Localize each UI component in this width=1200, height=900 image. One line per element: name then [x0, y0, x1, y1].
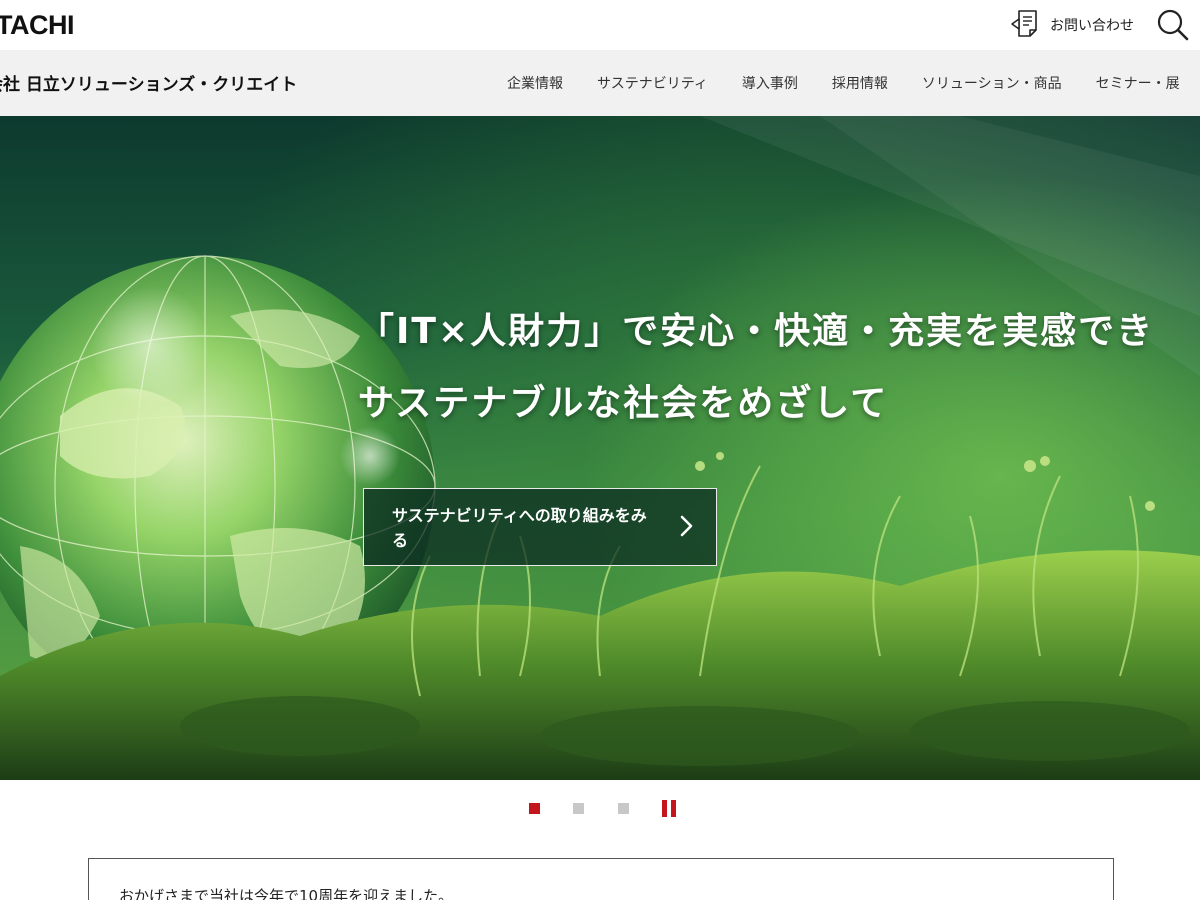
cta-label: サステナビリティへの取り組みをみる — [392, 506, 647, 550]
contact-label: お問い合わせ — [1050, 18, 1134, 34]
hero-title-line1: 「IT×人財力」で安心・快適・充実を実感でき — [358, 311, 1155, 352]
contact-link[interactable]: お問い合わせ — [1010, 10, 1134, 40]
global-nav: 企業情報 サステナビリティ 導入事例 採用情報 ソリューション・商品 セミナー・… — [490, 50, 1197, 116]
nav-item-case-studies[interactable]: 導入事例 — [725, 73, 815, 93]
notice-text: おかげさまで当社は今年で10周年を迎えました。 — [119, 887, 454, 900]
nav-item-seminars[interactable]: セミナー・展 — [1079, 73, 1197, 93]
carousel-dot-2[interactable] — [573, 803, 584, 814]
hero-banner: 「IT×人財力」で安心・快適・充実を実感でき サステナブルな社会をめざして サス… — [0, 116, 1200, 780]
notice-box: おかげさまで当社は今年で10周年を迎えました。 — [88, 858, 1114, 900]
sub-header: 会社 日立ソリューションズ・クリエイト 企業情報 サステナビリティ 導入事例 採… — [0, 50, 1200, 116]
hero-title-line2: サステナブルな社会をめざして — [358, 383, 889, 424]
top-bar: TACHI お問い合わせ — [0, 0, 1200, 50]
sustainability-cta-button[interactable]: サステナビリティへの取り組みをみる — [363, 488, 717, 566]
hero-image — [0, 116, 1200, 780]
carousel-dot-1[interactable] — [529, 803, 540, 814]
nav-item-sustainability[interactable]: サステナビリティ — [580, 73, 725, 93]
pause-icon[interactable] — [662, 800, 676, 817]
nav-item-recruit[interactable]: 採用情報 — [815, 73, 905, 93]
company-name[interactable]: 会社 日立ソリューションズ・クリエイト — [0, 70, 297, 95]
nav-item-corporate[interactable]: 企業情報 — [490, 73, 580, 93]
hitachi-logo[interactable]: TACHI — [0, 10, 75, 40]
carousel-controls — [0, 800, 1200, 817]
carousel-dot-3[interactable] — [618, 803, 629, 814]
chevron-right-icon — [680, 515, 694, 541]
search-icon[interactable] — [1156, 8, 1190, 42]
document-contact-icon — [1010, 8, 1040, 42]
nav-item-solutions[interactable]: ソリューション・商品 — [905, 73, 1079, 93]
